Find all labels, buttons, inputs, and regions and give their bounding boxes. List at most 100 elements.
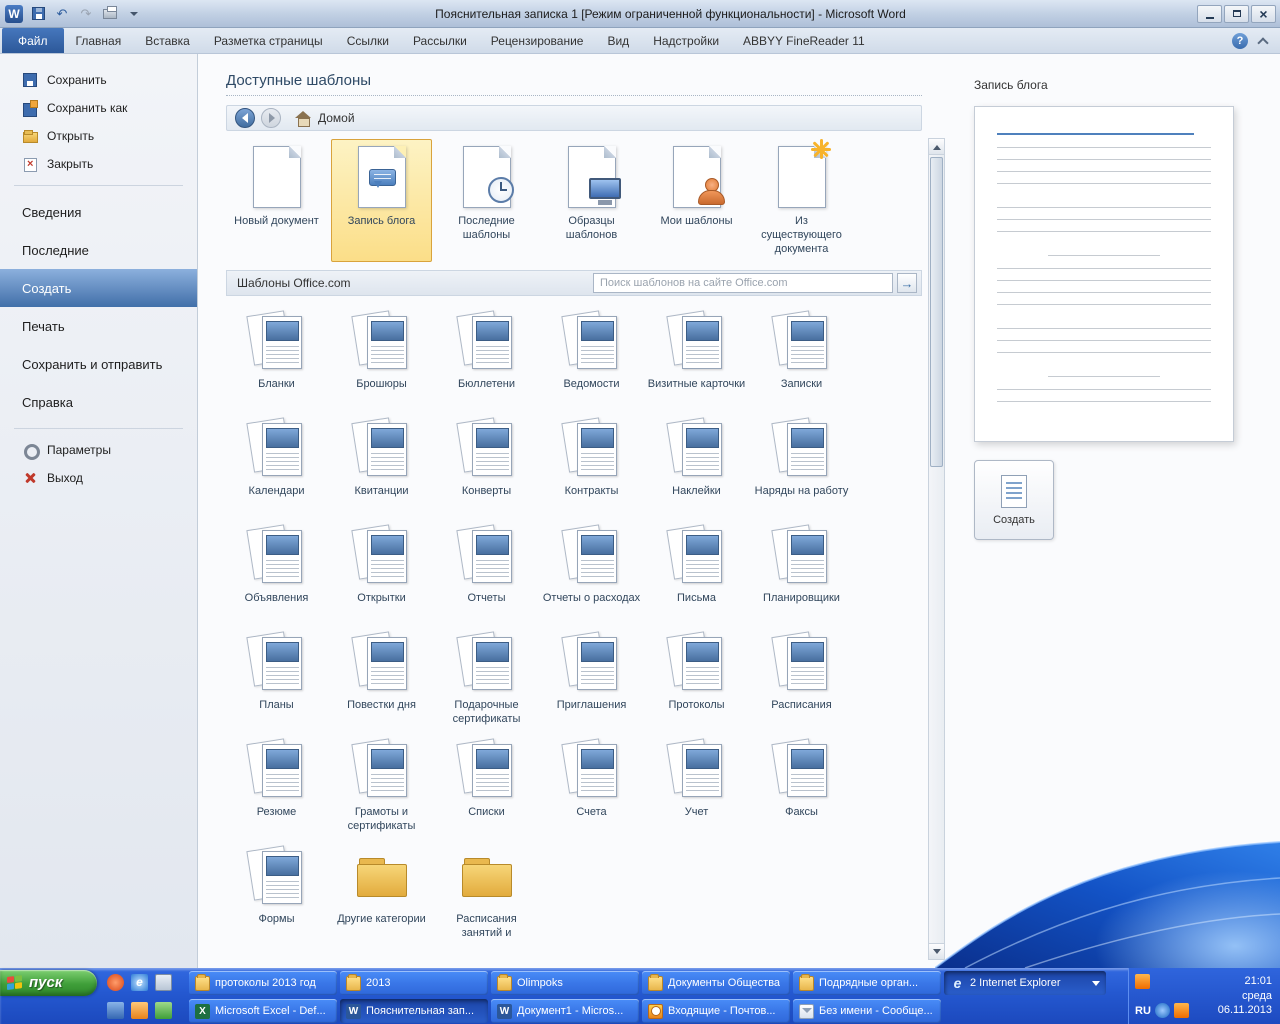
word-app-icon[interactable]: W xyxy=(4,4,24,23)
featured-new-document[interactable]: Новый документ xyxy=(226,139,327,262)
qat-customize-button[interactable] xyxy=(124,4,144,23)
menu-save-as[interactable]: Сохранить как xyxy=(0,94,197,122)
tray-icon-2[interactable] xyxy=(1155,1003,1170,1018)
quick-launch-icon-6[interactable] xyxy=(155,1002,172,1019)
template-category[interactable]: Факсы xyxy=(751,734,852,841)
menu-new[interactable]: Создать xyxy=(0,269,197,307)
featured-recent-templates[interactable]: Последние шаблоны xyxy=(436,139,537,262)
template-category[interactable]: Отчеты xyxy=(436,520,537,627)
undo-button[interactable]: ↶ xyxy=(52,4,72,23)
template-category[interactable]: Протоколы xyxy=(646,627,747,734)
menu-options[interactable]: Параметры xyxy=(0,436,197,464)
menu-help[interactable]: Справка xyxy=(0,383,197,421)
template-category[interactable]: Открытки xyxy=(331,520,432,627)
close-button[interactable]: × xyxy=(1251,5,1276,23)
language-indicator[interactable]: RU xyxy=(1135,1005,1151,1017)
quick-launch-icon-5[interactable] xyxy=(131,1002,148,1019)
back-button[interactable] xyxy=(235,108,255,128)
template-category[interactable]: Счета xyxy=(541,734,642,841)
template-category[interactable]: Грамоты и сертификаты xyxy=(331,734,432,841)
featured-my-templates[interactable]: Мои шаблоны xyxy=(646,139,747,262)
redo-button[interactable]: ↷ xyxy=(76,4,96,23)
menu-print[interactable]: Печать xyxy=(0,307,197,345)
template-category[interactable]: Отчеты о расходах xyxy=(541,520,642,627)
menu-recent[interactable]: Последние xyxy=(0,231,197,269)
taskbar-group-internet-explorer[interactable]: e 2 Internet Explorer xyxy=(944,971,1106,995)
featured-blog-post[interactable]: Запись блога xyxy=(331,139,432,262)
minimize-ribbon-icon[interactable] xyxy=(1258,37,1268,45)
template-category[interactable]: Подарочные сертификаты xyxy=(436,627,537,734)
tab-abbyy-finereader[interactable]: ABBYY FineReader 11 xyxy=(731,28,877,53)
template-search-input[interactable] xyxy=(593,273,893,293)
template-category[interactable]: Записки xyxy=(751,306,852,413)
template-category[interactable]: Объявления xyxy=(226,520,327,627)
template-category-folder[interactable]: Расписания занятий и xyxy=(436,841,537,948)
template-category[interactable]: Контракты xyxy=(541,413,642,520)
tray-icon-3[interactable] xyxy=(1174,1003,1189,1018)
template-category[interactable]: Наклейки xyxy=(646,413,747,520)
save-button[interactable] xyxy=(28,4,48,23)
tab-view[interactable]: Вид xyxy=(595,28,641,53)
template-category[interactable]: Приглашения xyxy=(541,627,642,734)
search-go-button[interactable]: → xyxy=(897,273,917,293)
taskbar-button-folder[interactable]: Документы Общества xyxy=(642,971,790,995)
vertical-scrollbar[interactable] xyxy=(928,138,945,960)
create-button[interactable]: Создать xyxy=(974,460,1054,540)
home-breadcrumb[interactable]: Домой xyxy=(295,111,355,126)
tab-file[interactable]: Файл xyxy=(2,28,64,53)
taskbar-button-message[interactable]: Без имени - Сообще... xyxy=(793,999,941,1023)
template-category[interactable]: Визитные карточки xyxy=(646,306,747,413)
menu-open[interactable]: Открыть xyxy=(0,122,197,150)
menu-save-and-send[interactable]: Сохранить и отправить xyxy=(0,345,197,383)
featured-sample-templates[interactable]: Образцы шаблонов xyxy=(541,139,642,262)
taskbar-button-word-active[interactable]: W Пояснительная зап... xyxy=(340,999,488,1023)
scroll-up-button[interactable] xyxy=(929,139,944,155)
taskbar-button-folder[interactable]: 2013 xyxy=(340,971,488,995)
minimize-button[interactable] xyxy=(1197,5,1222,23)
template-category[interactable]: Наряды на работу xyxy=(751,413,852,520)
taskbar-button-outlook[interactable]: Входящие - Почтов... xyxy=(642,999,790,1023)
template-category[interactable]: Брошюры xyxy=(331,306,432,413)
template-category[interactable]: Повестки дня xyxy=(331,627,432,734)
taskbar-button-excel[interactable]: X Microsoft Excel - Def... xyxy=(189,999,337,1023)
quick-launch-icon-4[interactable] xyxy=(107,1002,124,1019)
tab-insert[interactable]: Вставка xyxy=(133,28,202,53)
start-button[interactable]: пуск xyxy=(0,970,97,996)
taskbar-button-folder[interactable]: Подрядные орган... xyxy=(793,971,941,995)
tab-references[interactable]: Ссылки xyxy=(335,28,401,53)
template-category[interactable]: Письма xyxy=(646,520,747,627)
template-category[interactable]: Списки xyxy=(436,734,537,841)
restore-button[interactable] xyxy=(1224,5,1249,23)
taskbar-button-folder[interactable]: Olimpoks xyxy=(491,971,639,995)
template-category-folder[interactable]: Другие категории xyxy=(331,841,432,948)
template-category[interactable]: Формы xyxy=(226,841,327,948)
menu-close[interactable]: Закрыть xyxy=(0,150,197,178)
template-category[interactable]: Бюллетени xyxy=(436,306,537,413)
template-category[interactable]: Расписания xyxy=(751,627,852,734)
print-button[interactable] xyxy=(100,4,120,23)
help-icon[interactable]: ? xyxy=(1232,33,1248,49)
tab-home[interactable]: Главная xyxy=(64,28,134,53)
tray-icon-1[interactable] xyxy=(1135,974,1150,989)
tab-page-layout[interactable]: Разметка страницы xyxy=(202,28,335,53)
template-category[interactable]: Бланки xyxy=(226,306,327,413)
featured-from-existing[interactable]: Из существующего документа xyxy=(751,139,852,262)
tab-addins[interactable]: Надстройки xyxy=(641,28,731,53)
show-desktop-icon[interactable] xyxy=(155,974,172,991)
template-category[interactable]: Планировщики xyxy=(751,520,852,627)
forward-button[interactable] xyxy=(261,108,281,128)
tab-review[interactable]: Рецензирование xyxy=(479,28,596,53)
taskbar-button-folder[interactable]: протоколы 2013 год xyxy=(189,971,337,995)
menu-info[interactable]: Сведения xyxy=(0,193,197,231)
template-category[interactable]: Резюме xyxy=(226,734,327,841)
quick-launch-icon-1[interactable] xyxy=(107,974,124,991)
menu-save[interactable]: Сохранить xyxy=(0,66,197,94)
template-category[interactable]: Квитанции xyxy=(331,413,432,520)
menu-exit[interactable]: Выход xyxy=(0,464,197,492)
internet-explorer-icon[interactable]: e xyxy=(131,974,148,991)
scrollbar-thumb[interactable] xyxy=(930,157,943,467)
template-category[interactable]: Конверты xyxy=(436,413,537,520)
template-category[interactable]: Календари xyxy=(226,413,327,520)
tab-mailings[interactable]: Рассылки xyxy=(401,28,479,53)
template-category[interactable]: Ведомости xyxy=(541,306,642,413)
